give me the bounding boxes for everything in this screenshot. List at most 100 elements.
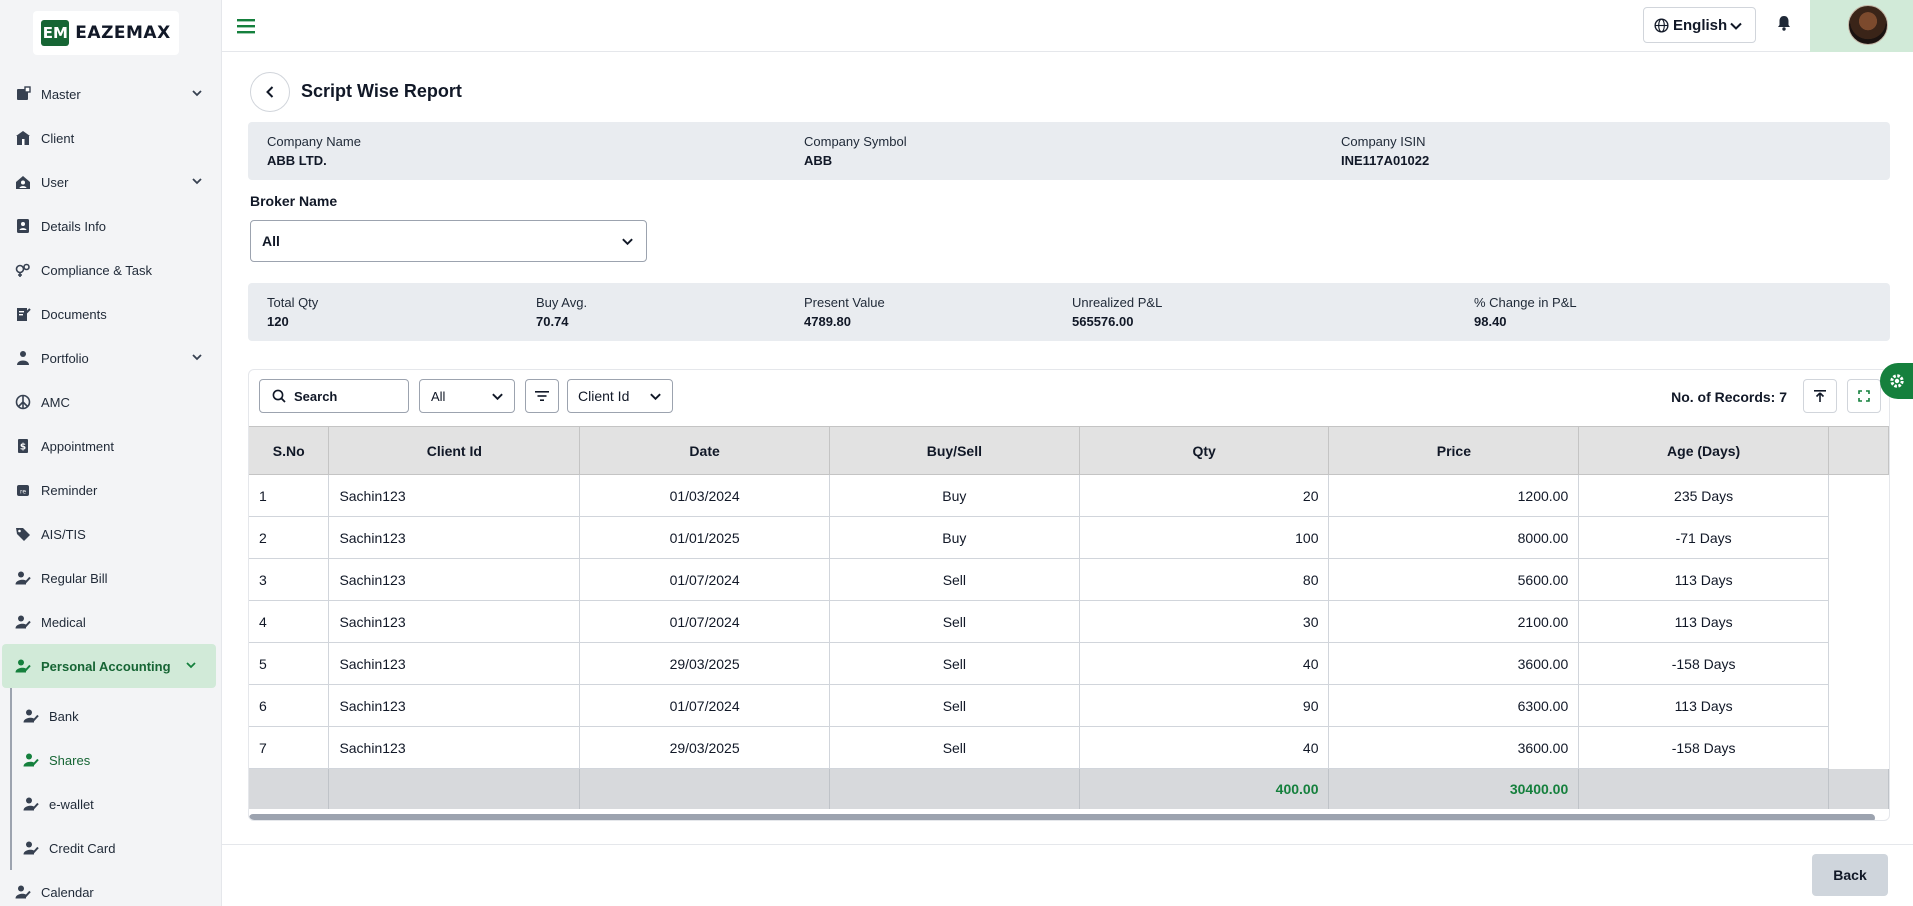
company-symbol-label: Company Symbol xyxy=(804,134,907,149)
compliance-icon xyxy=(14,261,32,279)
sidebar-item-e-wallet[interactable]: e-wallet xyxy=(12,782,221,826)
cell-buy-sell: Sell xyxy=(829,726,1080,769)
sidebar-item-personal-accounting[interactable]: Personal Accounting xyxy=(2,644,216,688)
sidebar-item-user[interactable]: User xyxy=(0,160,221,204)
user-icon xyxy=(14,173,32,191)
cell-blank xyxy=(1828,684,1889,727)
col-header-sno[interactable]: S.No xyxy=(249,426,330,475)
broker-name-value: All xyxy=(262,233,280,249)
cell-age: -158 Days xyxy=(1578,642,1829,685)
col-header-buy-sell[interactable]: Buy/Sell xyxy=(829,426,1080,475)
col-header-client-id[interactable]: Client Id xyxy=(328,426,581,475)
total-qty: 400.00 xyxy=(1079,768,1330,809)
back-arrow-button[interactable] xyxy=(250,72,290,112)
settings-tab[interactable] xyxy=(1880,363,1913,399)
footer-divider xyxy=(222,844,1913,845)
sidebar-item-label: AMC xyxy=(41,394,70,410)
stat-value: 4789.80 xyxy=(804,314,851,329)
sidebar-item-reminder[interactable]: re Reminder xyxy=(0,468,221,512)
col-header-age[interactable]: Age (Days) xyxy=(1578,426,1829,475)
sidebar-item-appointment[interactable]: $ Appointment xyxy=(0,424,221,468)
stat-total-qty: Total Qty 120 xyxy=(267,295,318,329)
sidebar-item-label: Reminder xyxy=(41,482,98,498)
sidebar-item-label: Credit Card xyxy=(49,840,116,856)
cell-qty: 30 xyxy=(1079,600,1330,643)
user-edit-icon xyxy=(14,569,32,587)
table-header-row: S.No Client Id Date Buy/Sell Qty Price A… xyxy=(249,426,1889,475)
table-row[interactable]: 4 Sachin123 01/07/2024 Sell 30 2100.00 113 Day… xyxy=(249,600,1889,643)
brand-logo[interactable]: EM EAZEMAX xyxy=(33,11,179,55)
table-row[interactable]: 6 Sachin123 01/07/2024 Sell 90 6300.00 113 Day… xyxy=(249,684,1889,727)
col-header-price[interactable]: Price xyxy=(1328,426,1580,475)
company-isin-value: INE117A01022 xyxy=(1341,153,1430,168)
user-menu[interactable] xyxy=(1810,0,1913,52)
sidebar-item-calendar[interactable]: Calendar xyxy=(0,870,221,906)
cell-date: 01/01/2025 xyxy=(579,516,830,559)
sidebar-item-portfolio[interactable]: Portfolio xyxy=(0,336,221,380)
cell-sno: 4 xyxy=(249,600,330,643)
hamburger-menu-icon[interactable] xyxy=(236,16,256,36)
sidebar-item-shares[interactable]: Shares xyxy=(12,738,221,782)
sidebar-item-client[interactable]: Client xyxy=(0,116,221,160)
cell-sno: 2 xyxy=(249,516,330,559)
table-row[interactable]: 7 Sachin123 29/03/2025 Sell 40 3600.00 -158 Da… xyxy=(249,726,1889,769)
sidebar-item-details-info[interactable]: Details Info xyxy=(0,204,221,248)
table-row[interactable]: 2 Sachin123 01/01/2025 Buy 100 8000.00 -71 Day… xyxy=(249,516,1889,559)
export-button[interactable] xyxy=(1803,379,1837,413)
company-name-label: Company Name xyxy=(267,134,361,149)
table-row[interactable]: 5 Sachin123 29/03/2025 Sell 40 3600.00 -158 Da… xyxy=(249,642,1889,685)
horizontal-scrollbar[interactable] xyxy=(249,814,1875,820)
filter-button[interactable] xyxy=(525,379,559,413)
fullscreen-button[interactable] xyxy=(1847,379,1881,413)
cell-blank xyxy=(1828,642,1889,685)
cell-qty: 40 xyxy=(1079,642,1330,685)
search-input[interactable]: Search xyxy=(259,379,409,413)
cell-date: 01/03/2024 xyxy=(579,474,830,517)
cell-date: 29/03/2025 xyxy=(579,642,830,685)
search-placeholder: Search xyxy=(294,388,338,404)
table-row[interactable]: 3 Sachin123 01/07/2024 Sell 80 5600.00 113 Day… xyxy=(249,558,1889,601)
col-header-date[interactable]: Date xyxy=(579,426,830,475)
sidebar-item-bank[interactable]: Bank xyxy=(12,694,221,738)
chevron-down-icon xyxy=(190,174,204,188)
table-row[interactable]: 1 Sachin123 01/03/2024 Buy 20 1200.00 235 Days xyxy=(249,474,1889,517)
language-select[interactable]: English xyxy=(1643,7,1756,43)
sidebar-item-master[interactable]: Master xyxy=(0,72,221,116)
total-price: 30400.00 xyxy=(1328,768,1580,809)
language-label: English xyxy=(1673,16,1728,34)
cell-price: 8000.00 xyxy=(1328,516,1580,559)
logo-text: EAZEMAX xyxy=(75,23,171,43)
sidebar-item-ais-tis[interactable]: AIS/TIS xyxy=(0,512,221,556)
bell-icon[interactable] xyxy=(1775,14,1793,32)
amc-icon xyxy=(14,393,32,411)
chevron-down-icon xyxy=(492,393,503,401)
sidebar-item-label: Personal Accounting xyxy=(41,658,171,674)
sidebar-item-amc[interactable]: AMC xyxy=(0,380,221,424)
type-filter-select[interactable]: All xyxy=(419,379,515,413)
back-button[interactable]: Back xyxy=(1812,854,1888,896)
filter-lines-icon xyxy=(535,391,549,401)
sidebar-item-regular-bill[interactable]: Regular Bill xyxy=(0,556,221,600)
cell-qty: 20 xyxy=(1079,474,1330,517)
sidebar-nav: Master Client User Details Info Compliance &… xyxy=(0,72,221,906)
records-table: S.No Client Id Date Buy/Sell Qty Price A… xyxy=(249,426,1889,809)
table-totals-row: 400.00 30400.00 xyxy=(249,768,1889,809)
expand-icon xyxy=(1858,390,1870,402)
avatar[interactable] xyxy=(1848,5,1888,45)
company-symbol-value: ABB xyxy=(804,153,833,168)
stat-label: % Change in P&L xyxy=(1474,295,1577,310)
sidebar-item-compliance-task[interactable]: Compliance & Task xyxy=(0,248,221,292)
cell-qty: 100 xyxy=(1079,516,1330,559)
col-header-qty[interactable]: Qty xyxy=(1079,426,1330,475)
column-select[interactable]: Client Id xyxy=(567,379,673,413)
sidebar-item-medical[interactable]: Medical xyxy=(0,600,221,644)
chevron-down-icon xyxy=(190,350,204,364)
cell-buy-sell: Sell xyxy=(829,600,1080,643)
sidebar-item-credit-card[interactable]: Credit Card xyxy=(12,826,221,870)
cell-blank xyxy=(1828,474,1889,517)
broker-name-select[interactable]: All xyxy=(250,220,647,262)
sidebar-item-documents[interactable]: Documents xyxy=(0,292,221,336)
cell-sno: 6 xyxy=(249,684,330,727)
type-filter-value: All xyxy=(431,388,446,404)
cell-date: 29/03/2025 xyxy=(579,726,830,769)
